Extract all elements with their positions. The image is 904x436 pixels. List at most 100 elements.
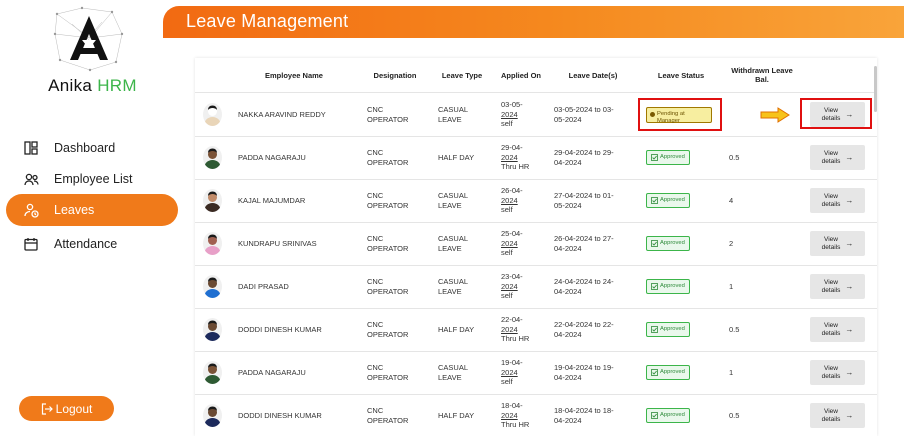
leave-type: HALF DAY: [438, 410, 475, 420]
column-header: Leave Date(s): [568, 70, 618, 80]
view-details-button[interactable]: View details →: [810, 274, 865, 299]
withdrawn-balance: 0.5: [729, 324, 740, 334]
view-details-cell: View details →: [810, 136, 870, 179]
anika-logo: [53, 6, 124, 72]
sidebar-item-employee-list[interactable]: Employee List: [6, 163, 178, 195]
check-icon: [651, 197, 658, 204]
status-badge: Approved: [646, 192, 690, 209]
avatar: [203, 404, 222, 427]
view-details-button[interactable]: View details →: [810, 145, 865, 170]
view-details-button[interactable]: View details →: [810, 317, 865, 342]
view-details-label: View details: [821, 235, 841, 251]
sidebar-item-label: Employee List: [54, 172, 133, 186]
leave-dates: 29-04-2024 to 29- 04-2024: [554, 148, 614, 167]
withdrawn-balance: 1: [729, 367, 734, 377]
check-icon: [651, 154, 658, 161]
sidebar-item-dashboard[interactable]: Dashboard: [6, 132, 178, 164]
applied-on: 18-04- 2024 Thru HR: [501, 401, 530, 430]
check-icon: [651, 326, 658, 333]
employee-name: KUNDRAPU SRINIVAS: [238, 238, 317, 248]
employee-name: DADI PRASAD: [238, 281, 289, 291]
view-details-cell: View details →: [810, 222, 870, 265]
column-header: Leave Type: [441, 70, 483, 80]
view-details-button[interactable]: View details →: [810, 360, 865, 385]
designation: CNC OPERATOR: [367, 191, 409, 210]
table-row: PADDA NAGARAJU CNC OPERATOR HALF DAY 29-0…: [195, 136, 877, 180]
designation: CNC OPERATOR: [367, 277, 409, 296]
column-header: Leave Status: [657, 70, 705, 80]
applied-on: 22-04- 2024 Thru HR: [501, 315, 530, 344]
view-details-button[interactable]: View details →: [810, 231, 865, 256]
leave-type: CASUAL LEAVE: [438, 234, 469, 253]
logout-icon: [41, 402, 53, 415]
status-text: Approved: [660, 282, 685, 289]
view-details-button[interactable]: View details →: [810, 403, 865, 428]
leave-type: CASUAL LEAVE: [438, 191, 469, 210]
view-details-label: View details: [821, 278, 841, 294]
arrow-right-icon: →: [845, 410, 854, 420]
brand-highlight: HRM: [97, 76, 137, 95]
table-row: DODDI DINESH KUMAR CNC OPERATOR HALF DAY …: [195, 308, 877, 352]
applied-on: 19-04- 2024 self: [501, 358, 523, 387]
page-title: Leave Management: [186, 11, 349, 31]
view-details-cell: View details →: [810, 179, 870, 222]
leave-dates: 24-04-2024 to 24- 04-2024: [554, 277, 614, 296]
withdrawn-balance: 0.5: [729, 152, 740, 162]
page-header: Leave Management: [163, 6, 904, 38]
status-badge: Approved: [646, 364, 690, 381]
applied-on: 26-04- 2024 self: [501, 186, 523, 215]
table-row: PADDA NAGARAJU CNC OPERATOR CASUAL LEAVE 1…: [195, 351, 877, 395]
view-details-cell: View details →: [810, 265, 870, 308]
view-details-label: View details: [821, 321, 841, 337]
arrow-right-icon: →: [845, 195, 854, 205]
leave-dates: 18-04-2024 to 18- 04-2024: [554, 406, 614, 425]
status-text: Approved: [660, 239, 685, 246]
table-row: KAJAL MAJUMDAR CNC OPERATOR CASUAL LEAVE 2…: [195, 179, 877, 223]
leave-dates: 26-04-2024 to 27- 04-2024: [554, 234, 614, 253]
users-icon: [22, 170, 40, 188]
applied-on: 23-04- 2024 self: [501, 272, 523, 301]
view-details-label: View details: [821, 192, 841, 208]
table-row: DODDI DINESH KUMAR CNC OPERATOR HALF DAY …: [195, 394, 877, 436]
designation: CNC OPERATOR: [367, 148, 409, 167]
leave-type: CASUAL LEAVE: [438, 277, 469, 296]
table-row: KUNDRAPU SRINIVAS CNC OPERATOR CASUAL LEAV…: [195, 222, 877, 266]
sidebar-item-label: Dashboard: [54, 141, 116, 155]
check-icon: [651, 412, 658, 419]
leave-status: Approved: [646, 136, 726, 179]
highlight-status-box: [638, 98, 722, 131]
leave-dates: 22-04-2024 to 22- 04-2024: [554, 320, 614, 339]
leave-type: HALF DAY: [438, 152, 475, 162]
sidebar-item-attendance[interactable]: Attendance: [6, 228, 178, 260]
annotation-arrow-icon: [760, 107, 790, 123]
withdrawn-balance: 1: [729, 281, 734, 291]
leave-type: CASUAL LEAVE: [438, 105, 469, 124]
designation: CNC OPERATOR: [367, 406, 409, 425]
status-badge: Approved: [646, 278, 690, 295]
leave-status: Approved: [646, 394, 726, 436]
avatar: [203, 146, 222, 169]
logout-button[interactable]: Logout: [19, 396, 114, 421]
arrow-right-icon: →: [845, 367, 854, 377]
employee-name: DODDI DINESH KUMAR: [238, 410, 322, 420]
leave-dates: 19-04-2024 to 19- 04-2024: [554, 363, 614, 382]
table-header: Employee Name Designation Leave Type App…: [195, 58, 877, 93]
view-details-label: View details: [821, 364, 841, 380]
employee-name: PADDA NAGARAJU: [238, 367, 306, 377]
view-details-cell: View details →: [810, 308, 870, 351]
avatar: [203, 361, 222, 384]
leave-dates: 27-04-2024 to 01- 05-2024: [554, 191, 614, 210]
status-text: Approved: [660, 325, 685, 332]
arrow-right-icon: →: [845, 238, 854, 248]
arrow-right-icon: →: [845, 281, 854, 291]
table-scrollbar[interactable]: [874, 66, 877, 112]
designation: CNC OPERATOR: [367, 320, 409, 339]
designation: CNC OPERATOR: [367, 363, 409, 382]
check-icon: [651, 240, 658, 247]
column-header: Withdrawn Leave Bal.: [731, 66, 793, 84]
sidebar-item-leaves[interactable]: Leaves: [6, 194, 178, 226]
status-text: Approved: [660, 411, 685, 418]
view-details-button[interactable]: View details →: [810, 188, 865, 213]
check-icon: [651, 369, 658, 376]
leave-status: Approved: [646, 351, 726, 394]
